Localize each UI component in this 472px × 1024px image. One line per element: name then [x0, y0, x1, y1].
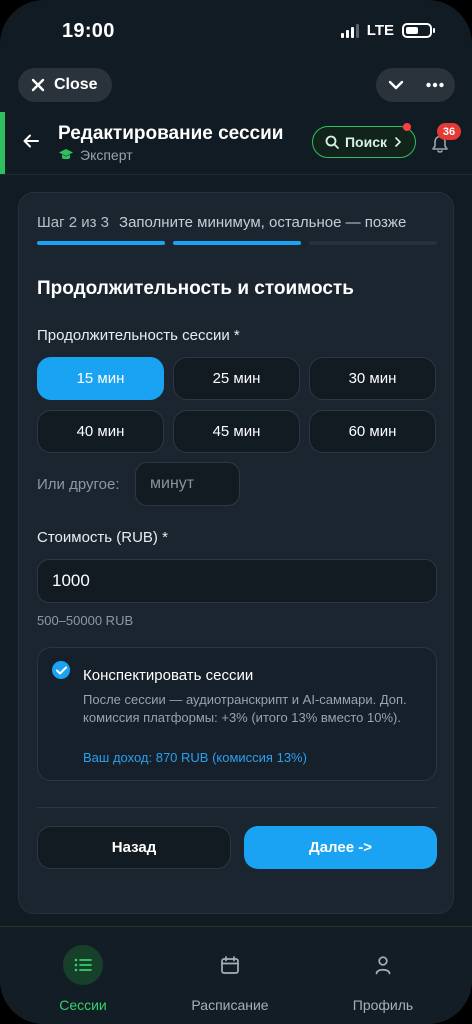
duration-option-45[interactable]: 45 мин — [173, 410, 300, 453]
bottom-navigation: Сессии Расписание Профиль — [0, 926, 472, 1024]
checkmark-icon — [55, 666, 67, 674]
nav-label-sessions: Сессии — [59, 997, 107, 1013]
nav-item-sessions[interactable]: Сессии — [23, 945, 143, 1013]
network-type: LTE — [366, 22, 394, 39]
income-summary: Ваш доход: 870 RUB (комиссия 13%) — [83, 750, 307, 765]
price-range-hint: 500–50000 RUB — [37, 613, 134, 628]
graduation-cap-icon — [59, 149, 73, 160]
notes-option-box: Конспектировать сессии После сессии — ау… — [37, 647, 437, 781]
window-controls — [376, 68, 455, 102]
duration-option-40[interactable]: 40 мин — [37, 410, 164, 453]
search-label: Поиск — [344, 134, 387, 150]
next-button[interactable]: Далее -> — [244, 826, 437, 869]
person-icon — [363, 945, 403, 985]
back-arrow-button[interactable] — [22, 132, 40, 155]
step-text: Шаг 2 из 3 — [37, 214, 110, 231]
arrow-left-icon — [23, 134, 39, 148]
page-header: Редактирование сессии Эксперт Поиск — [0, 112, 472, 174]
role-label: Эксперт — [80, 147, 133, 163]
header-accent-bar — [0, 112, 5, 174]
signal-icon — [340, 23, 359, 38]
duration-label: Продолжительность сессии * — [37, 327, 240, 344]
price-label: Стоимость (RUB) * — [37, 529, 168, 546]
page-title: Редактирование сессии — [58, 123, 284, 144]
search-button[interactable]: Поиск — [312, 123, 416, 158]
status-time: 19:00 — [62, 20, 115, 42]
step-progress — [37, 241, 437, 245]
progress-segment — [309, 241, 437, 245]
actions-divider — [37, 807, 437, 808]
progress-segment — [173, 241, 301, 245]
nav-item-schedule[interactable]: Расписание — [170, 945, 290, 1013]
step-indicator: Шаг 2 из 3 Заполните минимум, остальное —… — [37, 214, 406, 231]
battery-icon — [402, 23, 435, 38]
chevron-right-icon — [395, 137, 402, 147]
notes-checkbox[interactable] — [52, 661, 70, 679]
notes-description: После сессии — аудиотранскрипт и AI-самм… — [83, 692, 407, 725]
more-button[interactable] — [426, 82, 444, 88]
calendar-icon — [210, 945, 250, 985]
nav-label-profile: Профиль — [352, 997, 414, 1013]
duration-option-25[interactable]: 25 мин — [173, 357, 300, 400]
search-notification-dot — [403, 123, 411, 131]
custom-duration-input[interactable] — [135, 462, 240, 506]
header-divider — [0, 174, 472, 175]
more-icon — [426, 82, 444, 88]
close-icon — [31, 78, 45, 92]
search-icon — [325, 135, 339, 149]
nav-label-schedule: Расписание — [191, 997, 269, 1013]
notes-title: Конспектировать сессии — [83, 667, 254, 684]
duration-option-30[interactable]: 30 мин — [309, 357, 436, 400]
list-icon — [63, 945, 103, 985]
nav-item-profile[interactable]: Профиль — [323, 945, 443, 1013]
close-button[interactable]: Close — [18, 68, 112, 102]
notification-count-badge: 36 — [437, 123, 461, 140]
role-subtitle: Эксперт — [58, 147, 133, 163]
duration-option-15[interactable]: 15 мин — [37, 357, 164, 400]
progress-segment — [37, 241, 165, 245]
app-screen: 19:00 LTE Close Редактирование сессии Эк… — [0, 0, 472, 1024]
chevron-down-icon — [388, 80, 403, 90]
edit-session-card: Шаг 2 из 3 Заполните минимум, остальное —… — [18, 192, 454, 914]
step-hint: Заполните минимум, остальное — позже — [119, 214, 407, 231]
duration-options: 15 мин 25 мин 30 мин 40 мин 45 мин 60 ми… — [37, 357, 437, 453]
back-button[interactable]: Назад — [37, 826, 231, 869]
duration-option-60[interactable]: 60 мин — [309, 410, 436, 453]
collapse-button[interactable] — [387, 76, 405, 94]
section-title: Продолжительность и стоимость — [37, 278, 354, 299]
close-label: Close — [54, 76, 98, 93]
status-indicators: LTE — [340, 22, 435, 39]
price-input[interactable] — [37, 559, 437, 603]
custom-duration-label: Или другое: — [37, 476, 120, 493]
